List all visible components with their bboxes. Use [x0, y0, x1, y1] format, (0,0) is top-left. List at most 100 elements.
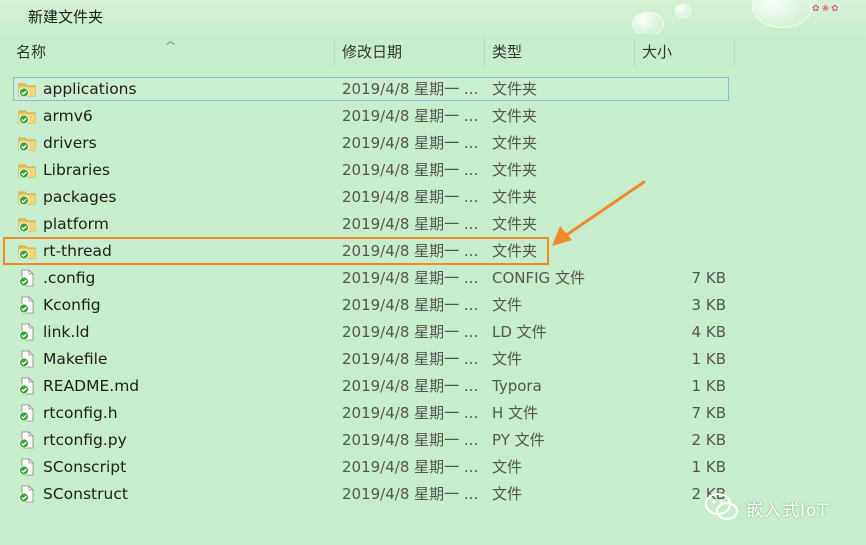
column-header-size[interactable]: 大小: [642, 34, 672, 70]
file-date: 2019/4/8 星期一 ...: [342, 296, 479, 314]
file-date: 2019/4/8 星期一 ...: [342, 269, 479, 287]
column-header-name[interactable]: 名称: [16, 34, 46, 70]
file-date: 2019/4/8 星期一 ...: [342, 323, 479, 341]
file-name: applications: [43, 80, 137, 98]
file-row[interactable]: drivers 2019/4/8 星期一 ... 文件夹: [0, 130, 866, 157]
file-type: 文件夹: [492, 80, 538, 98]
file-type: 文件: [492, 296, 523, 314]
folder-icon: [18, 107, 36, 125]
file-name: SConstruct: [43, 485, 128, 503]
wechat-logo-icon: [705, 493, 738, 520]
file-row[interactable]: SConscript 2019/4/8 星期一 ... 文件 1 KB: [0, 454, 866, 481]
file-name: platform: [43, 215, 109, 233]
watermark: 嵌入式IoT: [704, 490, 854, 526]
file-date: 2019/4/8 星期一 ...: [342, 404, 479, 422]
column-divider[interactable]: [334, 38, 335, 66]
document-icon: [18, 350, 36, 368]
file-type: Typora: [492, 377, 542, 395]
column-divider[interactable]: [634, 38, 635, 66]
toolbar: 新建文件夹 ✿❀✿: [0, 0, 866, 36]
file-name: SConscript: [43, 458, 127, 476]
file-row[interactable]: Makefile 2019/4/8 星期一 ... 文件 1 KB: [0, 346, 866, 373]
file-type: 文件: [492, 350, 523, 368]
file-row[interactable]: Libraries 2019/4/8 星期一 ... 文件夹: [0, 157, 866, 184]
file-date: 2019/4/8 星期一 ...: [342, 431, 479, 449]
annotation-arrow-icon: [552, 180, 646, 246]
file-size: 1 KB: [691, 458, 726, 476]
new-folder-button[interactable]: 新建文件夹: [28, 6, 103, 27]
file-size: 3 KB: [691, 296, 726, 314]
file-type: 文件夹: [492, 161, 538, 179]
column-header-type[interactable]: 类型: [492, 34, 522, 70]
file-type: 文件夹: [492, 188, 538, 206]
column-divider[interactable]: [734, 38, 735, 66]
file-name: Makefile: [43, 350, 108, 368]
file-name: Libraries: [43, 161, 110, 179]
column-header: ︿ 名称 修改日期 类型 大小: [0, 34, 866, 70]
decorative-bubble-icon: [752, 0, 812, 28]
file-name: packages: [43, 188, 117, 206]
file-type: 文件夹: [492, 215, 538, 233]
file-type: 文件: [492, 485, 523, 503]
document-icon: [18, 458, 36, 476]
folder-icon: [18, 161, 36, 179]
folder-icon: [18, 188, 36, 206]
file-size: 2 KB: [691, 431, 726, 449]
file-date: 2019/4/8 星期一 ...: [342, 188, 479, 206]
file-row[interactable]: armv6 2019/4/8 星期一 ... 文件夹: [0, 103, 866, 130]
file-size: 7 KB: [691, 269, 726, 287]
file-date: 2019/4/8 星期一 ...: [342, 107, 479, 125]
document-icon: [18, 485, 36, 503]
column-header-date[interactable]: 修改日期: [342, 34, 402, 70]
file-date: 2019/4/8 星期一 ...: [342, 80, 479, 98]
file-name: armv6: [43, 107, 93, 125]
document-icon: [18, 296, 36, 314]
file-date: 2019/4/8 星期一 ...: [342, 134, 479, 152]
file-type: CONFIG 文件: [492, 269, 585, 287]
file-date: 2019/4/8 星期一 ...: [342, 458, 479, 476]
file-name: .config: [43, 269, 96, 287]
decorative-flowers-icon: ✿❀✿: [812, 4, 841, 14]
file-type: 文件夹: [492, 107, 538, 125]
file-row[interactable]: Kconfig 2019/4/8 星期一 ... 文件 3 KB: [0, 292, 866, 319]
file-row[interactable]: packages 2019/4/8 星期一 ... 文件夹: [0, 184, 866, 211]
highlight-annotation-box: [3, 237, 549, 265]
file-name: link.ld: [43, 323, 90, 341]
file-type: PY 文件: [492, 431, 545, 449]
file-name: Kconfig: [43, 296, 101, 314]
file-name: README.md: [43, 377, 140, 395]
watermark-text: 嵌入式IoT: [746, 501, 829, 521]
file-list: applications 2019/4/8 星期一 ... 文件夹 armv6 2019…: [0, 76, 866, 508]
file-type: 文件: [492, 458, 523, 476]
sort-ascending-icon: ︿: [166, 37, 176, 47]
decorative-bubble-icon: [632, 12, 664, 36]
file-date: 2019/4/8 星期一 ...: [342, 161, 479, 179]
folder-icon: [18, 215, 36, 233]
file-size: 4 KB: [691, 323, 726, 341]
file-date: 2019/4/8 星期一 ...: [342, 350, 479, 368]
file-row[interactable]: platform 2019/4/8 星期一 ... 文件夹: [0, 211, 866, 238]
folder-icon: [18, 134, 36, 152]
file-size: 1 KB: [691, 377, 726, 395]
file-size: 7 KB: [691, 404, 726, 422]
file-row[interactable]: link.ld 2019/4/8 星期一 ... LD 文件 4 KB: [0, 319, 866, 346]
file-size: 1 KB: [691, 350, 726, 368]
file-row[interactable]: rtconfig.h 2019/4/8 星期一 ... H 文件 7 KB: [0, 400, 866, 427]
file-name: rtconfig.h: [43, 404, 118, 422]
document-icon: [18, 323, 36, 341]
file-type: H 文件: [492, 404, 539, 422]
file-row[interactable]: applications 2019/4/8 星期一 ... 文件夹: [0, 76, 866, 103]
column-divider[interactable]: [484, 38, 485, 66]
file-name: drivers: [43, 134, 97, 152]
document-icon: [18, 269, 36, 287]
file-date: 2019/4/8 星期一 ...: [342, 377, 479, 395]
file-row[interactable]: .config 2019/4/8 星期一 ... CONFIG 文件 7 KB: [0, 265, 866, 292]
file-type: LD 文件: [492, 323, 547, 341]
file-date: 2019/4/8 星期一 ...: [342, 485, 479, 503]
document-icon: [18, 431, 36, 449]
file-row[interactable]: rtconfig.py 2019/4/8 星期一 ... PY 文件 2 KB: [0, 427, 866, 454]
folder-icon: [18, 80, 36, 98]
file-type: 文件夹: [492, 134, 538, 152]
file-row[interactable]: README.md 2019/4/8 星期一 ... Typora 1 KB: [0, 373, 866, 400]
decorative-bubble-icon: [675, 4, 691, 18]
